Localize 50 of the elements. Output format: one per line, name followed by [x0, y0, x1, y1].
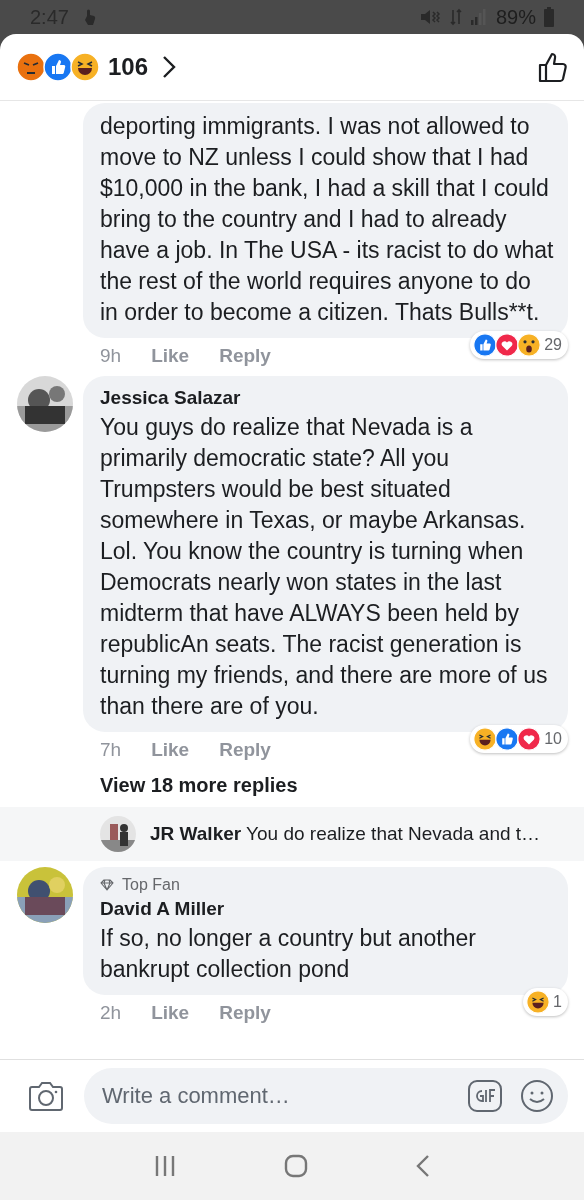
- comment-reactions[interactable]: 10: [470, 725, 568, 753]
- home-icon[interactable]: [284, 1154, 308, 1178]
- view-more-replies-link[interactable]: View 18 more replies: [83, 768, 298, 807]
- comment-reactions[interactable]: 1: [523, 988, 568, 1016]
- like-link[interactable]: Like: [151, 345, 190, 367]
- love-reaction-icon: [517, 727, 542, 751]
- love-reaction-icon: [495, 333, 520, 357]
- reactions-summary[interactable]: 106: [16, 52, 177, 82]
- diamond-icon: [100, 879, 114, 891]
- like-link[interactable]: Like: [151, 739, 190, 761]
- signal-icon: [469, 8, 488, 26]
- reaction-count: 106: [108, 53, 149, 81]
- mute-icon: [419, 8, 442, 26]
- comment-time: 2h: [100, 1002, 122, 1024]
- comment-time: 9h: [100, 345, 122, 367]
- top-fan-label: Top Fan: [122, 875, 180, 895]
- reply-link[interactable]: Reply: [219, 739, 271, 761]
- haha-reaction-icon: [473, 727, 498, 751]
- chevron-right-icon: [162, 55, 177, 79]
- comment-reactions[interactable]: 29: [470, 331, 568, 359]
- camera-icon[interactable]: [28, 1080, 64, 1112]
- like-reaction-icon: [43, 52, 73, 82]
- reply-link[interactable]: Reply: [219, 1002, 271, 1024]
- battery-icon: [544, 7, 554, 27]
- like-link[interactable]: Like: [151, 1002, 190, 1024]
- reaction-count: 1: [553, 993, 562, 1011]
- reply-preview-text: JR Walker You do realize that Nevada and t…: [150, 823, 541, 845]
- comment-text: You guys do realize that Nevada is a primarily democratic state? All you Trumpsters would be best situated somewhere in Texas, or maybe Arkansas. Lol. You know the country is turning when Democrats nearly won states in the last midterm that have ALWAYS been held by republicAn seats. The racist generation is turning my friends, and there are more of us than there are of you.: [100, 413, 549, 721]
- data-icon: [449, 8, 462, 26]
- comment-input[interactable]: Write a comment…: [84, 1068, 568, 1124]
- comment-time: 7h: [100, 739, 122, 761]
- comment-text: deporting immigrants. I was not allowed to move to NZ unless I could show that I had $10,000 in the bank, I had a skill that I could bring to the country and I had to already have a job. In The USA - its racist to do what the rest of the world requires anyone to do in order to become a citizen. Thats Bulls**t.: [100, 112, 554, 327]
- angry-reaction-icon: [16, 52, 46, 82]
- emoji-icon[interactable]: [520, 1079, 554, 1113]
- comment-author[interactable]: Jessica Salazar: [100, 384, 554, 412]
- gif-icon[interactable]: [468, 1080, 502, 1112]
- wow-reaction-icon: [517, 333, 542, 357]
- haha-reaction-icon: [70, 52, 100, 82]
- hand-icon: [82, 8, 97, 26]
- back-icon[interactable]: [414, 1154, 431, 1178]
- like-reaction-icon: [473, 333, 498, 357]
- haha-reaction-icon: [526, 990, 551, 1014]
- reaction-count: 10: [544, 730, 562, 748]
- comment-text: If so, no longer a country but another bankrupt collection pond: [100, 924, 477, 984]
- thumbs-up-icon[interactable]: [538, 51, 568, 83]
- like-reaction-icon: [495, 727, 520, 751]
- reply-preview[interactable]: JR Walker You do realize that Nevada and t…: [0, 807, 584, 861]
- reaction-count: 29: [544, 336, 562, 354]
- reply-link[interactable]: Reply: [219, 345, 271, 367]
- comment-author[interactable]: David A Miller: [100, 895, 554, 923]
